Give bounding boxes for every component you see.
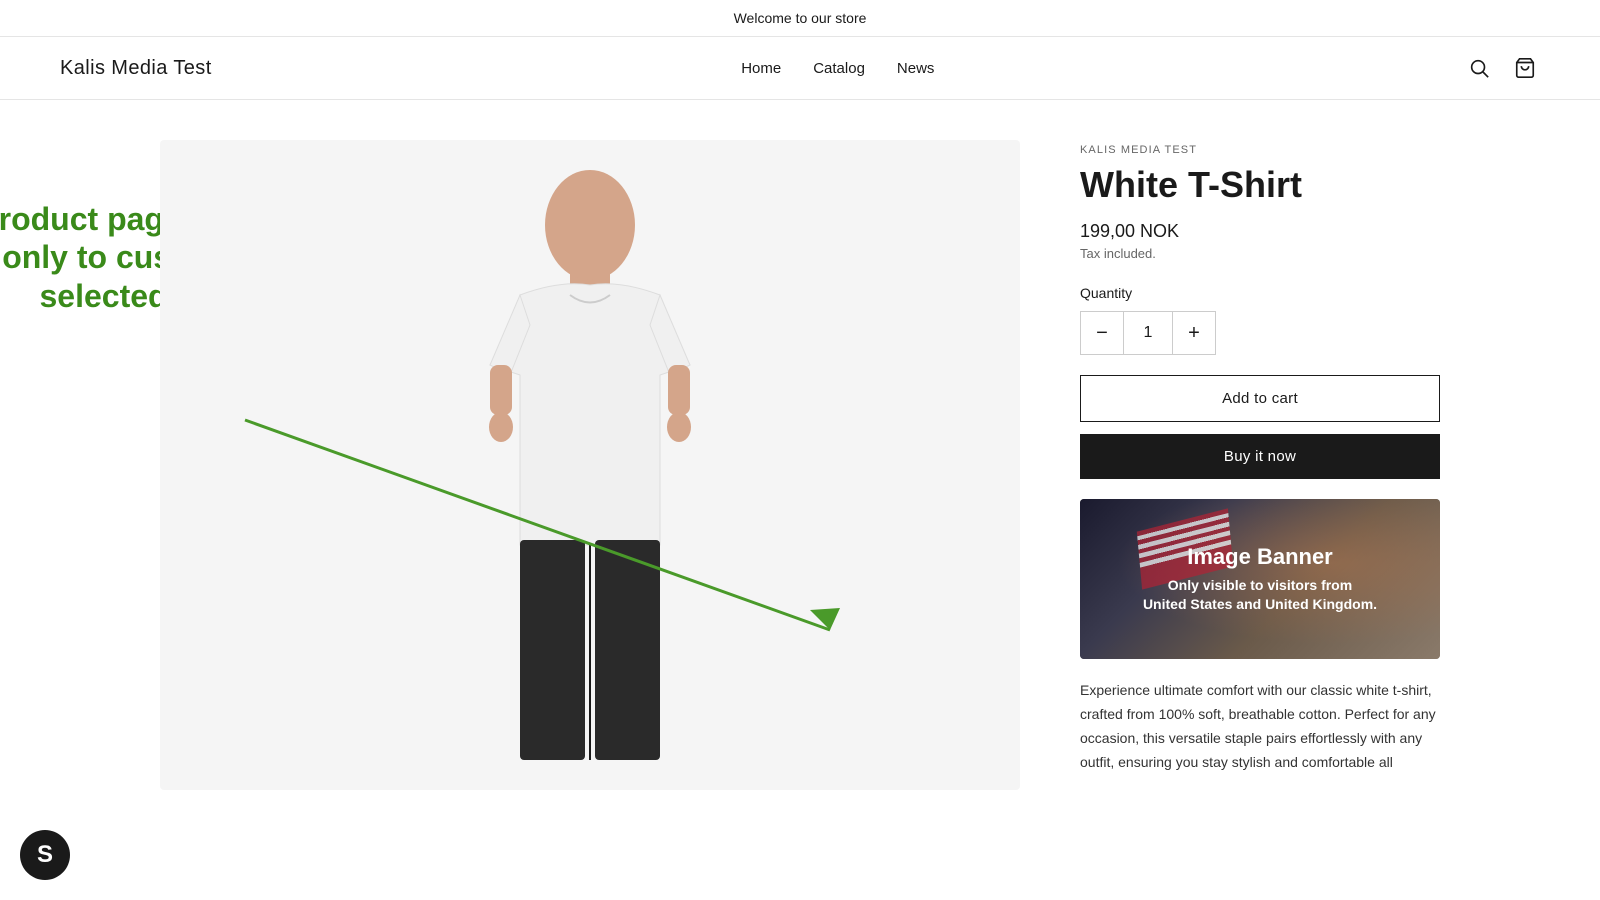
announcement-bar: Welcome to our store xyxy=(0,0,1600,37)
quantity-label: Quantity xyxy=(1080,285,1440,301)
tax-note: Tax included. xyxy=(1080,246,1440,261)
product-image-svg xyxy=(420,165,760,765)
banner-title: Image Banner xyxy=(1187,544,1333,570)
product-price: 199,00 NOK xyxy=(1080,221,1440,242)
quantity-value: 1 xyxy=(1123,312,1173,354)
add-to-cart-button[interactable]: Add to cart xyxy=(1080,375,1440,422)
banner-subtitle: Only visible to visitors fromUnited Stat… xyxy=(1143,576,1377,615)
announcement-text: Welcome to our store xyxy=(734,10,867,26)
image-banner: Image Banner Only visible to visitors fr… xyxy=(1080,499,1440,659)
site-header: Kalis Media Test Home Catalog News xyxy=(0,37,1600,100)
cart-button[interactable] xyxy=(1510,53,1540,83)
product-title: White T-Shirt xyxy=(1080,164,1440,205)
product-image xyxy=(160,140,1020,790)
nav-catalog[interactable]: Catalog xyxy=(813,60,865,77)
quantity-decrease-button[interactable]: − xyxy=(1081,312,1123,354)
header-icons xyxy=(1464,53,1540,83)
nav-news[interactable]: News xyxy=(897,60,935,77)
product-description: Experience ultimate comfort with our cla… xyxy=(1080,679,1440,774)
shopify-icon: S xyxy=(37,841,53,869)
cart-icon xyxy=(1514,57,1536,79)
product-page: Product page block visible only to custo… xyxy=(100,100,1500,830)
quantity-increase-button[interactable]: + xyxy=(1173,312,1215,354)
search-icon xyxy=(1468,57,1490,79)
buy-now-button[interactable]: Buy it now xyxy=(1080,434,1440,479)
search-button[interactable] xyxy=(1464,53,1494,83)
site-logo[interactable]: Kalis Media Test xyxy=(60,57,212,80)
product-info: KALIS MEDIA TEST White T-Shirt 199,00 NO… xyxy=(1080,140,1440,790)
shopify-badge[interactable]: S xyxy=(20,830,70,880)
nav-home[interactable]: Home xyxy=(741,60,781,77)
product-gallery: Product page block visible only to custo… xyxy=(160,140,1020,790)
main-nav: Home Catalog News xyxy=(741,60,934,77)
product-vendor: KALIS MEDIA TEST xyxy=(1080,144,1440,156)
quantity-control: − 1 + xyxy=(1080,311,1216,355)
